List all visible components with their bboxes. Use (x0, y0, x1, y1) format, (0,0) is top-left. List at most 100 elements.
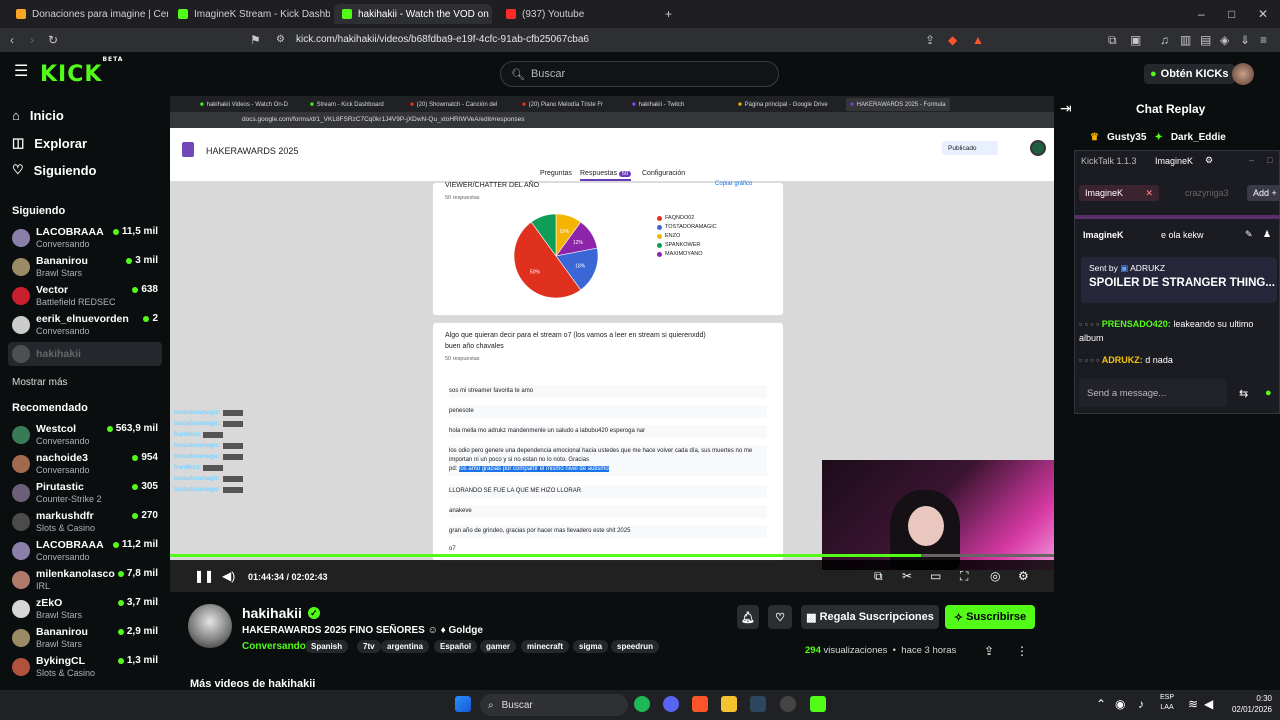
category-link[interactable]: Conversando (242, 641, 306, 652)
volume-icon[interactable]: ◀) (222, 570, 235, 582)
brave-shield-icon[interactable]: ◆ (948, 34, 957, 46)
tag-chip[interactable]: minecraft (521, 640, 570, 653)
tag-chip[interactable]: Español (434, 640, 478, 653)
browser-tab-youtube[interactable]: (937) Youtube (498, 4, 658, 24)
taskbar-search[interactable]: ⌕ Buscar (480, 694, 628, 716)
steam-icon[interactable] (750, 696, 766, 712)
tag-chip[interactable]: 7tv (357, 640, 381, 653)
system-clock[interactable]: 0:30 02/01/2026 (1222, 693, 1272, 715)
kick-logo[interactable]: KICKBETA (40, 56, 123, 87)
sidebar-toggle-icon[interactable]: ▥ (1180, 34, 1191, 46)
recommended-channel[interactable]: Pirutastic Counter-Strike 2 305 (12, 481, 162, 509)
downloads-icon[interactable]: ⇓ (1240, 34, 1250, 46)
recommended-channel[interactable]: BykingCL Slots & Casino 1,3 mil (12, 655, 162, 683)
hamburger-menu-icon[interactable]: ☰ (14, 64, 28, 80)
window-close-icon[interactable]: ✕ (1258, 8, 1268, 20)
browser-tab-donaciones[interactable]: Donaciones para imagine | Ceneka (8, 4, 168, 24)
recommended-channel[interactable]: Westcol Conversando 563,9 mil (12, 423, 162, 451)
recommended-channel[interactable]: markushdfr Slots & Casino 270 (12, 510, 162, 538)
chat-input[interactable]: Send a message... (1079, 379, 1227, 407)
url-field[interactable]: kick.com/hakihakii/videos/b68fdba9-e19f-… (296, 34, 589, 45)
search-input[interactable]: 🔍︎ Buscar (500, 61, 779, 87)
obs-icon[interactable] (780, 696, 796, 712)
pin-icon[interactable]: ✎ (1245, 229, 1253, 240)
browser-tab-hakihakii[interactable]: hakihakii - Watch the VOD on ✕ (334, 4, 492, 24)
kick-app-icon[interactable] (810, 696, 826, 712)
recommended-channel[interactable]: LACOBRAAA Conversando 11,2 mil (12, 539, 162, 567)
settings-gear-icon[interactable]: ⚙ (1018, 570, 1029, 582)
following-channel-eerik[interactable]: eerik_elnuevorden Conversando 2 (12, 313, 162, 341)
tray-app-icon[interactable]: ◉ (1115, 698, 1125, 710)
forward-icon[interactable]: › (30, 34, 34, 46)
user-icon[interactable]: ♟ (1263, 229, 1271, 240)
minimize-icon[interactable]: – (1249, 155, 1254, 165)
browser-tab-imaginek[interactable]: ImagineK Stream - Kick Dashboar (170, 4, 330, 24)
settings-gear-icon[interactable]: ⚙ (1205, 155, 1213, 166)
share-icon[interactable]: ⇪ (925, 34, 935, 46)
maximize-icon[interactable]: □ (1267, 155, 1272, 165)
tag-chip[interactable]: argentina (381, 640, 430, 653)
back-icon[interactable]: ‹ (10, 34, 14, 46)
kicktalk-window[interactable]: KickTalk 1.1.3 ImagineK ⚙ – □ ImagineK ✕ … (1074, 150, 1280, 414)
video-player[interactable]: ■ hakihakii Videos - Watch On-D ■ Stream -… (170, 96, 1054, 592)
site-info-icon[interactable]: ⚙ (276, 34, 285, 46)
tag-chip[interactable]: sigma (573, 640, 609, 653)
tag-chip[interactable]: speedrun (611, 640, 660, 653)
following-channel-vector[interactable]: Vector Battlefield REDSEC 638 (12, 284, 162, 312)
channel-avatar[interactable] (188, 604, 232, 648)
reload-icon[interactable]: ↻ (48, 34, 58, 46)
theater-mode-icon[interactable]: ▭ (930, 570, 941, 582)
gift-subs-button[interactable]: ▩ Regala Suscripciones (801, 605, 939, 629)
extensions-icon[interactable]: ⧉ (1108, 34, 1117, 46)
pip-icon[interactable]: ⧉ (874, 570, 883, 582)
tray-chevron-icon[interactable]: ⌃ (1096, 698, 1106, 710)
add-chat-button[interactable]: Add + (1247, 185, 1280, 201)
windows-start-icon[interactable] (455, 696, 471, 712)
browser-menu-icon[interactable]: ≡ (1260, 34, 1267, 46)
recommended-channel[interactable]: nachoide3 Conversando 954 (12, 452, 162, 480)
clip-icon[interactable]: ✂ (902, 570, 912, 582)
language-indicator[interactable]: ESP LAA (1160, 693, 1174, 713)
nav-following[interactable]: ♡ Siguiendo (12, 162, 97, 178)
collapse-chat-icon[interactable]: ⇥ (1060, 101, 1072, 115)
channel-name-heading[interactable]: hakihakii ✓ (242, 605, 320, 621)
microphone-icon[interactable]: ♪ (1138, 698, 1144, 710)
get-kicks-button[interactable]: ● Obtén KICKs (1144, 64, 1235, 84)
recommended-channel[interactable]: Bananirou Brawl Stars 2,9 mil (12, 626, 162, 654)
notifications-button[interactable]: 🔔︎ (737, 605, 759, 629)
media-icon[interactable]: ♫ (1160, 34, 1169, 46)
playback-speed-icon[interactable]: ◎ (990, 570, 1000, 582)
screenshot-icon[interactable]: ▣ (1130, 34, 1141, 46)
recommended-channel[interactable]: zEkO Brawl Stars 3,7 mil (12, 597, 162, 625)
wifi-icon[interactable]: ≋ (1188, 698, 1198, 710)
fullscreen-icon[interactable]: ⛶ (960, 570, 968, 582)
following-channel-bananirou[interactable]: Bananirou Brawl Stars 3 mil (12, 255, 162, 283)
maximize-icon[interactable]: □ (1228, 8, 1235, 20)
nav-home[interactable]: ⌂ Inicio (12, 108, 64, 123)
recommended-channel[interactable]: milenkanolasco IRL 7,8 mil (12, 568, 162, 596)
tag-chip[interactable]: Spanish (305, 640, 349, 653)
tag-chip[interactable]: gamer (480, 640, 517, 653)
discord-icon[interactable] (663, 696, 679, 712)
file-explorer-icon[interactable] (721, 696, 737, 712)
nav-explore[interactable]: ◫ Explorar (12, 135, 87, 151)
emote-icon[interactable]: ● (1265, 387, 1272, 399)
spotify-icon[interactable] (634, 696, 650, 712)
show-more-link[interactable]: Mostrar más (12, 377, 68, 388)
chat-tab-crazyniga3[interactable]: crazyniga3 (1185, 188, 1229, 198)
follow-button[interactable]: ♡ (768, 605, 792, 629)
brave-rewards-icon[interactable]: ▲ (972, 34, 984, 46)
progress-bar[interactable] (170, 554, 922, 557)
speaker-icon[interactable]: ◀ (1204, 698, 1213, 710)
following-channel-lacobraaa[interactable]: LACOBRAAA Conversando 11,5 mil (12, 226, 162, 254)
new-tab-icon[interactable]: + (665, 8, 672, 20)
share-icon[interactable]: ⇪ (984, 645, 994, 657)
chat-tab-imaginek[interactable]: ImagineK ✕ (1079, 185, 1159, 201)
wallet-icon[interactable]: ▤ (1200, 34, 1211, 46)
minimize-icon[interactable]: – (1198, 8, 1205, 20)
more-options-icon[interactable]: ⋮ (1016, 645, 1028, 657)
following-channel-hakihakii[interactable]: hakihakii (8, 342, 162, 366)
bookmark-icon[interactable]: ⚑ (250, 34, 261, 46)
translate-icon[interactable]: ⇆ (1239, 387, 1248, 400)
brave-icon[interactable] (692, 696, 708, 712)
